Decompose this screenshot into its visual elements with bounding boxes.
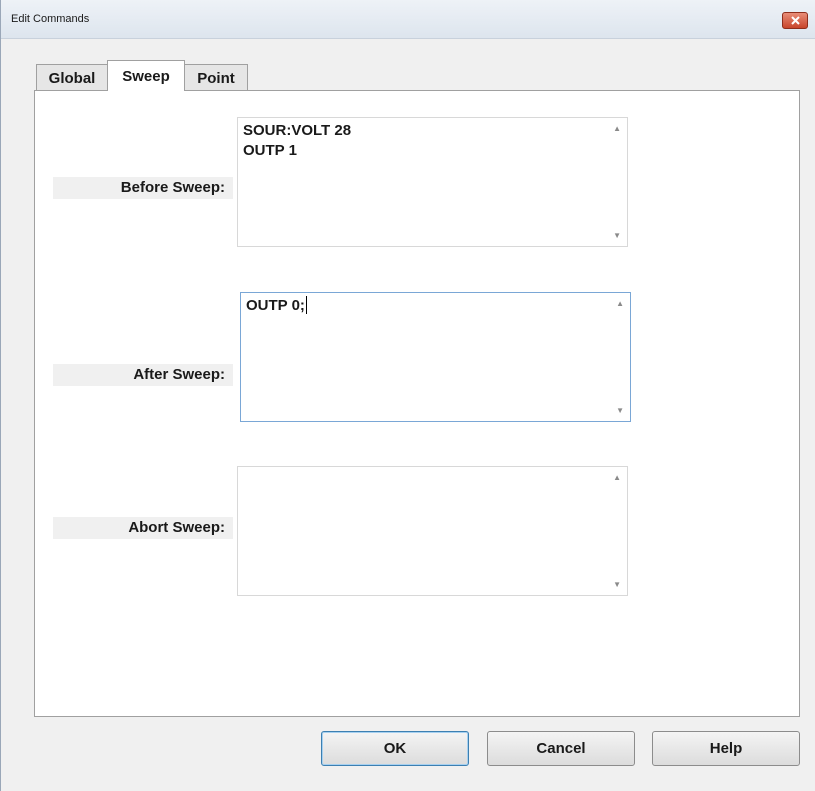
tab-sweep[interactable]: Sweep — [107, 60, 185, 91]
close-button[interactable] — [782, 12, 808, 29]
before-sweep-text: SOUR:VOLT 28 OUTP 1 — [243, 122, 352, 159]
scroll-up-icon[interactable]: ▲ — [613, 124, 621, 133]
close-icon — [791, 16, 800, 25]
before-sweep-label-bar: Before Sweep: — [53, 177, 233, 199]
text-caret — [305, 296, 307, 314]
after-sweep-label: After Sweep: — [133, 366, 225, 383]
scroll-down-icon[interactable]: ▼ — [616, 406, 624, 415]
after-sweep-label-bar: After Sweep: — [53, 364, 233, 386]
scroll-down-icon[interactable]: ▼ — [613, 580, 621, 589]
abort-sweep-textarea[interactable]: ▲ ▼ — [237, 466, 628, 596]
window-title: Edit Commands — [11, 13, 90, 25]
before-sweep-label: Before Sweep: — [120, 179, 225, 196]
title-bar[interactable]: Edit Commands — [1, 0, 815, 39]
help-button[interactable]: Help — [652, 731, 800, 766]
before-sweep-textarea[interactable]: SOUR:VOLT 28 OUTP 1 ▲ ▼ — [237, 117, 628, 247]
scroll-up-icon[interactable]: ▲ — [616, 299, 624, 308]
tab-point[interactable]: Point — [184, 64, 248, 91]
cancel-button[interactable]: Cancel — [487, 731, 635, 766]
after-sweep-textarea[interactable]: OUTP 0; ▲ ▼ — [240, 292, 631, 422]
edit-commands-dialog: Edit Commands Global Sweep Point Before … — [0, 0, 815, 791]
scroll-up-icon[interactable]: ▲ — [613, 473, 621, 482]
tab-global[interactable]: Global — [36, 64, 108, 91]
scroll-down-icon[interactable]: ▼ — [613, 231, 621, 240]
after-sweep-text-line: OUTP 0; — [246, 296, 307, 316]
abort-sweep-label: Abort Sweep: — [128, 519, 225, 536]
after-sweep-text: OUTP 0; — [246, 297, 305, 314]
abort-sweep-label-bar: Abort Sweep: — [53, 517, 233, 539]
ok-button[interactable]: OK — [321, 731, 469, 766]
